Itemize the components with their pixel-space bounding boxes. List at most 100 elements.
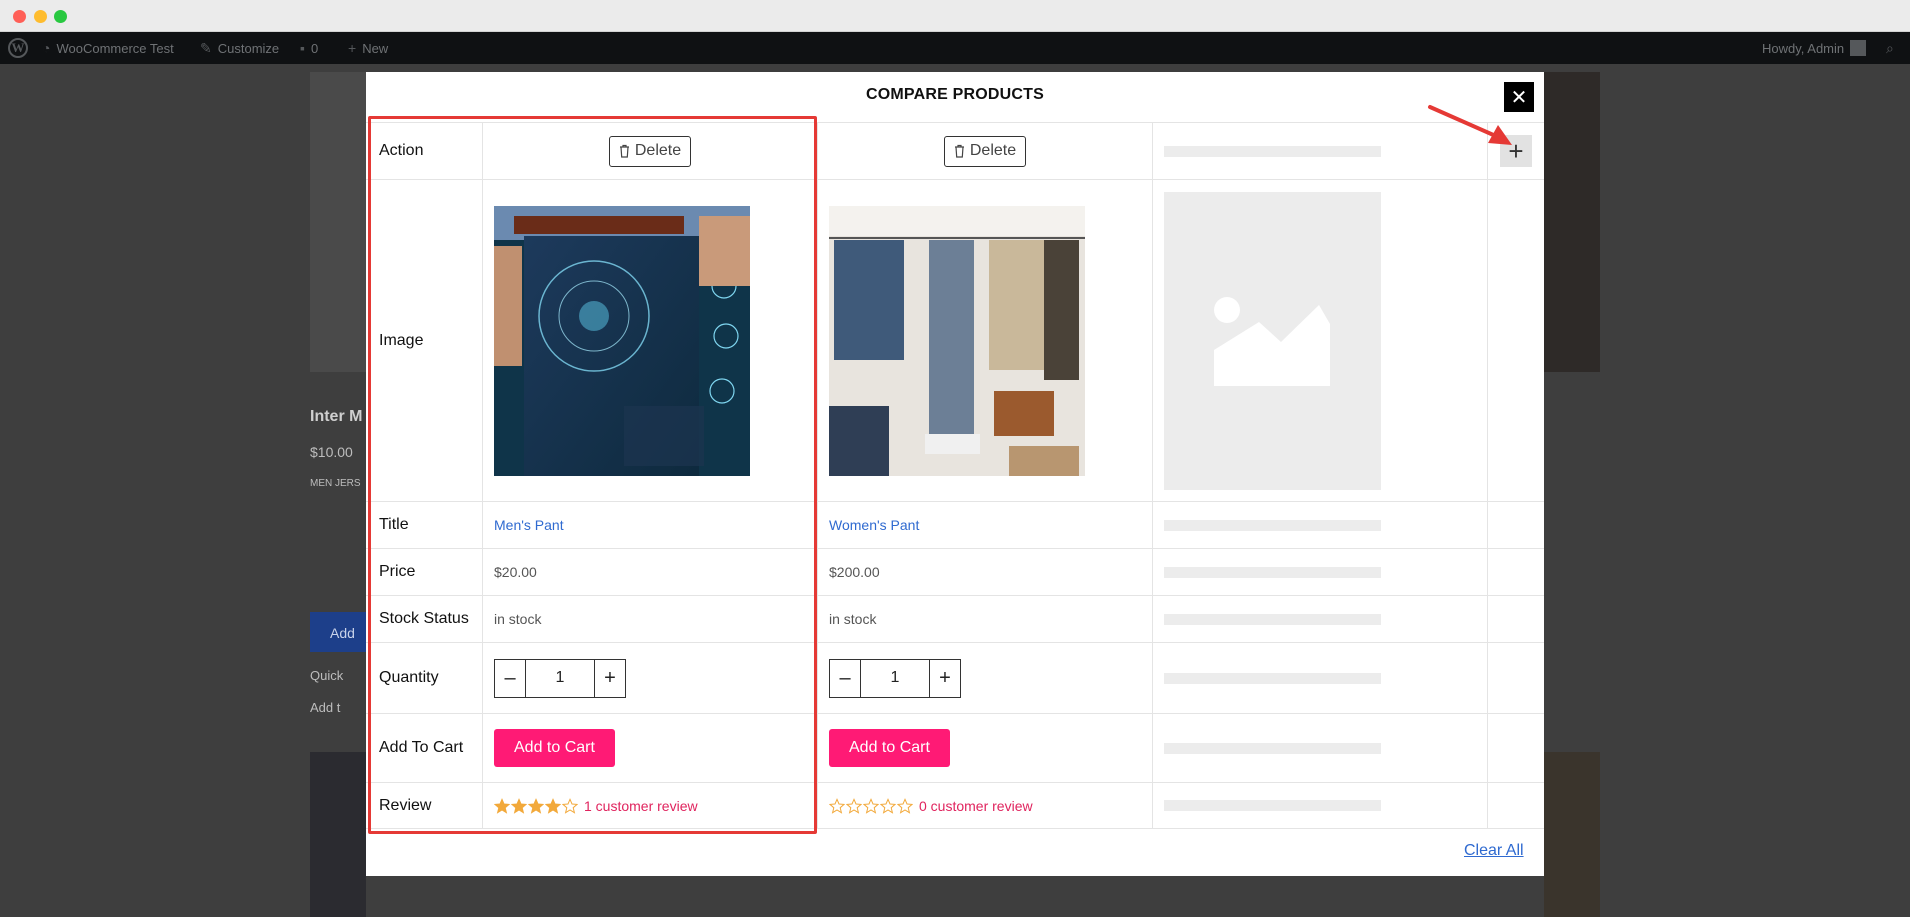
delete-button-1[interactable]: Delete xyxy=(608,135,692,167)
row-quantity: Quantity – 1 + – 1 + xyxy=(366,642,1544,713)
product-title-link-1[interactable]: Men's Pant xyxy=(494,517,564,533)
search-icon: ⌕ xyxy=(1886,39,1894,56)
cell-stock-3 xyxy=(1152,596,1487,642)
window-titlebar xyxy=(0,0,1910,32)
increase-qty-button-1[interactable]: + xyxy=(595,660,625,697)
label-add-to-cart: Add To Cart xyxy=(379,739,464,756)
placeholder-bar xyxy=(1164,742,1381,754)
label-quantity: Quantity xyxy=(379,669,439,686)
product-price-1: $20.00 xyxy=(494,564,537,580)
star-filled-icon xyxy=(545,797,561,814)
cell-title-1: Men's Pant xyxy=(482,502,817,548)
bg-product-title: Inter M xyxy=(310,408,363,425)
delete-button-2[interactable]: Delete xyxy=(943,135,1027,167)
cell-review-empty xyxy=(1487,783,1544,828)
site-name-link[interactable]: ◔ WooCommerce Test xyxy=(42,32,174,64)
delete-label-1: Delete xyxy=(634,142,682,159)
cell-quantity-1: – 1 + xyxy=(482,643,817,713)
compare-modal: COMPARE PRODUCTS ✕ Action Delete Delete … xyxy=(366,72,1544,876)
cell-price-2: $200.00 xyxy=(817,549,1152,595)
review-link-2[interactable]: 0 customer review xyxy=(919,798,1033,814)
placeholder-bar xyxy=(1164,566,1381,578)
cell-image-3 xyxy=(1152,180,1487,501)
close-window-button[interactable] xyxy=(13,10,26,23)
bg-add-button: Add xyxy=(310,612,366,652)
brush-icon: ✎ xyxy=(200,39,212,56)
placeholder-bar xyxy=(1164,613,1381,625)
label-stock: Stock Status xyxy=(379,610,469,627)
wp-logo-menu[interactable]: W xyxy=(8,32,28,64)
avatar xyxy=(1850,40,1867,56)
trash-icon xyxy=(619,144,629,158)
product-price-2: $200.00 xyxy=(829,564,880,580)
account-menu[interactable]: Howdy, Admin xyxy=(1762,32,1867,64)
trash-icon xyxy=(954,144,964,158)
cell-image-2 xyxy=(817,180,1152,501)
quantity-value-2[interactable]: 1 xyxy=(860,659,930,697)
delete-label-2: Delete xyxy=(969,142,1017,159)
star-filled-icon xyxy=(494,797,510,814)
row-add-to-cart: Add To Cart Add to Cart Add to Cart xyxy=(366,713,1544,782)
star-empty-icon xyxy=(829,797,845,814)
star-empty-icon xyxy=(863,797,879,814)
product-image-womens-pant[interactable] xyxy=(829,205,1085,476)
maximize-window-button[interactable] xyxy=(54,10,67,23)
product-title-link-2[interactable]: Women's Pant xyxy=(829,517,919,533)
cell-quantity-3 xyxy=(1152,643,1487,713)
review-link-1[interactable]: 1 customer review xyxy=(584,798,698,814)
cell-review-1: 1 customer review xyxy=(482,783,817,828)
increase-qty-button-2[interactable]: + xyxy=(930,660,960,697)
decrease-qty-button-2[interactable]: – xyxy=(830,660,860,697)
decrease-qty-button-1[interactable]: – xyxy=(495,660,525,697)
star-rating-1 xyxy=(494,797,578,814)
label-review: Review xyxy=(379,796,432,814)
comments-link[interactable]: ▪ 0 xyxy=(300,32,318,64)
cell-stock-empty xyxy=(1487,596,1544,642)
placeholder-bar xyxy=(1164,519,1381,531)
row-stock: Stock Status in stock in stock xyxy=(366,595,1544,642)
quantity-value-1[interactable]: 1 xyxy=(525,659,595,697)
howdy-label: Howdy, Admin xyxy=(1762,40,1845,56)
bg-product-price: $10.00 xyxy=(310,444,353,460)
row-price: Price $20.00 $200.00 xyxy=(366,548,1544,595)
star-filled-icon xyxy=(511,797,527,814)
cell-cart-1: Add to Cart xyxy=(482,714,817,782)
new-content-link[interactable]: + New xyxy=(348,32,388,64)
label-action: Action xyxy=(379,142,424,159)
cell-review-3 xyxy=(1152,783,1487,828)
bg-product-image xyxy=(310,72,366,372)
plus-icon: + xyxy=(348,40,357,56)
placeholder-bar xyxy=(1164,145,1381,157)
cell-price-empty xyxy=(1487,549,1544,595)
row-review: Review 1 customer review 0 customer revi… xyxy=(366,782,1544,829)
stock-status-1: in stock xyxy=(494,611,542,627)
dashboard-icon: ◔ xyxy=(42,40,51,56)
comment-icon: ▪ xyxy=(300,40,305,56)
placeholder-bar xyxy=(1164,800,1381,811)
add-to-cart-button-1[interactable]: Add to Cart xyxy=(494,729,615,767)
cell-cart-3 xyxy=(1152,714,1487,782)
cell-price-3 xyxy=(1152,549,1487,595)
cell-price-1: $20.00 xyxy=(482,549,817,595)
cell-review-2: 0 customer review xyxy=(817,783,1152,828)
placeholder-bar xyxy=(1164,672,1381,684)
stock-status-2: in stock xyxy=(829,611,877,627)
search-toggle[interactable]: ⌕ xyxy=(1886,32,1894,64)
modal-title: COMPARE PRODUCTS xyxy=(865,86,1045,103)
bg-product-image-bottom xyxy=(310,752,366,917)
star-empty-icon xyxy=(897,797,913,814)
product-image-mens-pant[interactable] xyxy=(494,205,750,476)
cell-title-2: Women's Pant xyxy=(817,502,1152,548)
comments-count: 0 xyxy=(310,40,319,56)
cell-quantity-empty xyxy=(1487,643,1544,713)
clear-all-link[interactable]: Clear All xyxy=(1464,842,1524,860)
quantity-stepper-2: – 1 + xyxy=(829,658,961,698)
cell-image-empty xyxy=(1487,180,1544,501)
cell-cart-2: Add to Cart xyxy=(817,714,1152,782)
add-to-cart-button-2[interactable]: Add to Cart xyxy=(829,729,950,767)
site-name-label: WooCommerce Test xyxy=(56,40,174,56)
minimize-window-button[interactable] xyxy=(34,10,47,23)
placeholder-image xyxy=(1164,191,1381,490)
customize-link[interactable]: ✎ Customize xyxy=(200,32,279,64)
bg-quick-view: Quick xyxy=(310,668,344,683)
